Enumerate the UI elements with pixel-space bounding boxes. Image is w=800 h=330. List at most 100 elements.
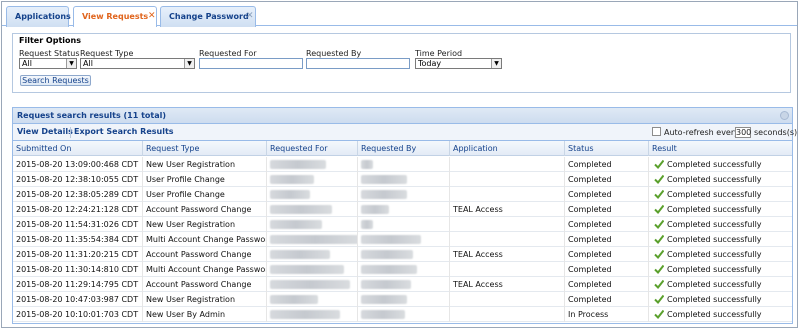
checkmark-icon (654, 234, 664, 244)
redacted-value (270, 205, 332, 214)
column-header-requested-by[interactable]: Requested By (358, 141, 450, 156)
cell-requested-by (358, 247, 450, 262)
filter-title: Filter Options (19, 36, 81, 45)
column-header-application[interactable]: Application (450, 141, 565, 156)
cell-submitted-on: 2015-08-20 11:29:14:795 CDT (13, 277, 143, 292)
checkmark-icon (654, 249, 664, 259)
close-icon[interactable]: ✕ (246, 11, 254, 21)
cell-request-type: Multi Account Change Password (143, 262, 267, 277)
column-header-requested-for[interactable]: Requested For (267, 141, 358, 156)
time-period-select[interactable]: Today ▼ (415, 58, 502, 69)
table-row[interactable]: 2015-08-20 10:10:01:703 CDT New User By A… (13, 307, 792, 322)
auto-refresh-seconds-input[interactable]: 300 (735, 127, 751, 138)
redacted-value (361, 190, 407, 199)
redacted-value (270, 175, 314, 184)
cell-requested-by (358, 307, 450, 322)
results-toolbar: View Details Export Search Results Auto-… (13, 124, 797, 141)
column-header-result[interactable]: Result (649, 141, 794, 156)
result-text: Completed successfully (667, 175, 762, 184)
table-row[interactable]: 2015-08-20 11:54:31:026 CDT New User Regi… (13, 217, 792, 232)
checkmark-icon (654, 294, 664, 304)
cell-request-type: Account Password Change (143, 277, 267, 292)
search-requests-button[interactable]: Search Requests (20, 75, 91, 86)
cell-application: TEAL Access (450, 277, 565, 292)
tab-label: Applications (15, 12, 71, 21)
cell-requested-for (267, 277, 358, 292)
cell-request-type: New User Registration (143, 292, 267, 307)
cell-requested-for (267, 187, 358, 202)
cell-submitted-on: 2015-08-20 12:38:05:289 CDT (13, 187, 143, 202)
view-details-button[interactable]: View Details (17, 127, 73, 136)
collapse-icon[interactable] (780, 111, 789, 120)
table-row[interactable]: 2015-08-20 11:35:54:384 CDT Multi Account… (13, 232, 792, 247)
cell-requested-by (358, 172, 450, 187)
table-row[interactable]: 2015-08-20 11:31:20:215 CDT Account Passw… (13, 247, 792, 262)
redacted-value (361, 250, 413, 259)
auto-refresh-checkbox[interactable] (652, 127, 661, 136)
checkmark-icon (654, 204, 664, 214)
cell-application (450, 262, 565, 277)
result-text: Completed successfully (667, 220, 762, 229)
table-row[interactable]: 2015-08-20 10:47:03:987 CDT New User Regi… (13, 292, 792, 307)
tab-applications[interactable]: Applications (6, 6, 71, 27)
cell-request-type: Account Password Change (143, 202, 267, 217)
checkmark-icon (654, 279, 664, 289)
requested-for-input[interactable] (199, 58, 303, 69)
filter-options-panel: Filter Options Request Status All ▼ Requ… (12, 33, 791, 93)
cell-requested-by (358, 262, 450, 277)
cell-submitted-on: 2015-08-20 11:54:31:026 CDT (13, 217, 143, 232)
table-row[interactable]: 2015-08-20 12:38:10:055 CDT User Profile … (13, 172, 792, 187)
request-status-select[interactable]: All ▼ (19, 58, 77, 69)
cell-application: TEAL Access (450, 247, 565, 262)
requested-by-input[interactable] (306, 58, 410, 69)
cell-requested-for (267, 262, 358, 277)
cell-requested-by (358, 217, 450, 232)
export-search-results-button[interactable]: Export Search Results (74, 127, 174, 136)
cell-requested-by (358, 157, 450, 172)
tab-change-password[interactable]: Change Password ✕ (160, 6, 256, 27)
redacted-value (270, 295, 318, 304)
table-row[interactable]: 2015-08-20 11:30:14:810 CDT Multi Account… (13, 262, 792, 277)
cell-request-type: Multi Account Change Password (143, 232, 267, 247)
redacted-value (270, 220, 322, 229)
dropdown-arrow-icon: ▼ (184, 59, 194, 68)
redacted-value (361, 160, 373, 169)
table-row[interactable]: 2015-08-20 12:24:21:128 CDT Account Passw… (13, 202, 792, 217)
request-status-label: Request Status (19, 49, 80, 58)
results-header: Request search results (11 total) (13, 108, 792, 124)
request-type-select[interactable]: All ▼ (80, 58, 195, 69)
result-text: Completed successfully (667, 280, 762, 289)
result-text: Completed successfully (667, 190, 762, 199)
cell-requested-for (267, 157, 358, 172)
cell-result: Completed successfully (649, 247, 794, 262)
checkmark-icon (654, 189, 664, 199)
table-row[interactable]: 2015-08-20 13:09:00:468 CDT New User Regi… (13, 157, 792, 172)
cell-requested-for (267, 232, 358, 247)
cell-submitted-on: 2015-08-20 10:10:01:703 CDT (13, 307, 143, 322)
redacted-value (361, 175, 407, 184)
table-row[interactable]: 2015-08-20 11:29:14:795 CDT Account Passw… (13, 277, 792, 292)
close-icon[interactable]: ✕ (148, 11, 156, 21)
cell-request-type: User Profile Change (143, 187, 267, 202)
redacted-value (270, 235, 357, 244)
column-header-status[interactable]: Status (565, 141, 649, 156)
time-period-label: Time Period (415, 49, 463, 58)
cell-status: Completed (565, 172, 649, 187)
results-panel: Request search results (11 total) View D… (12, 107, 797, 324)
app-frame: Applications View Requests ✕ Change Pass… (1, 1, 798, 328)
cell-submitted-on: 2015-08-20 13:09:00:468 CDT (13, 157, 143, 172)
checkmark-icon (654, 219, 664, 229)
cell-application (450, 187, 565, 202)
column-header-request-type[interactable]: Request Type (143, 141, 267, 156)
cell-result: Completed successfully (649, 277, 794, 292)
cell-application (450, 217, 565, 232)
redacted-value (270, 160, 326, 169)
tab-view-requests[interactable]: View Requests ✕ (73, 6, 157, 27)
cell-status: Completed (565, 292, 649, 307)
table-row[interactable]: 2015-08-20 12:38:05:289 CDT User Profile … (13, 187, 792, 202)
cell-submitted-on: 2015-08-20 11:30:14:810 CDT (13, 262, 143, 277)
column-header-submitted-on[interactable]: Submitted On (13, 141, 143, 156)
cell-requested-by (358, 277, 450, 292)
checkmark-icon (654, 264, 664, 274)
cell-status: Completed (565, 262, 649, 277)
